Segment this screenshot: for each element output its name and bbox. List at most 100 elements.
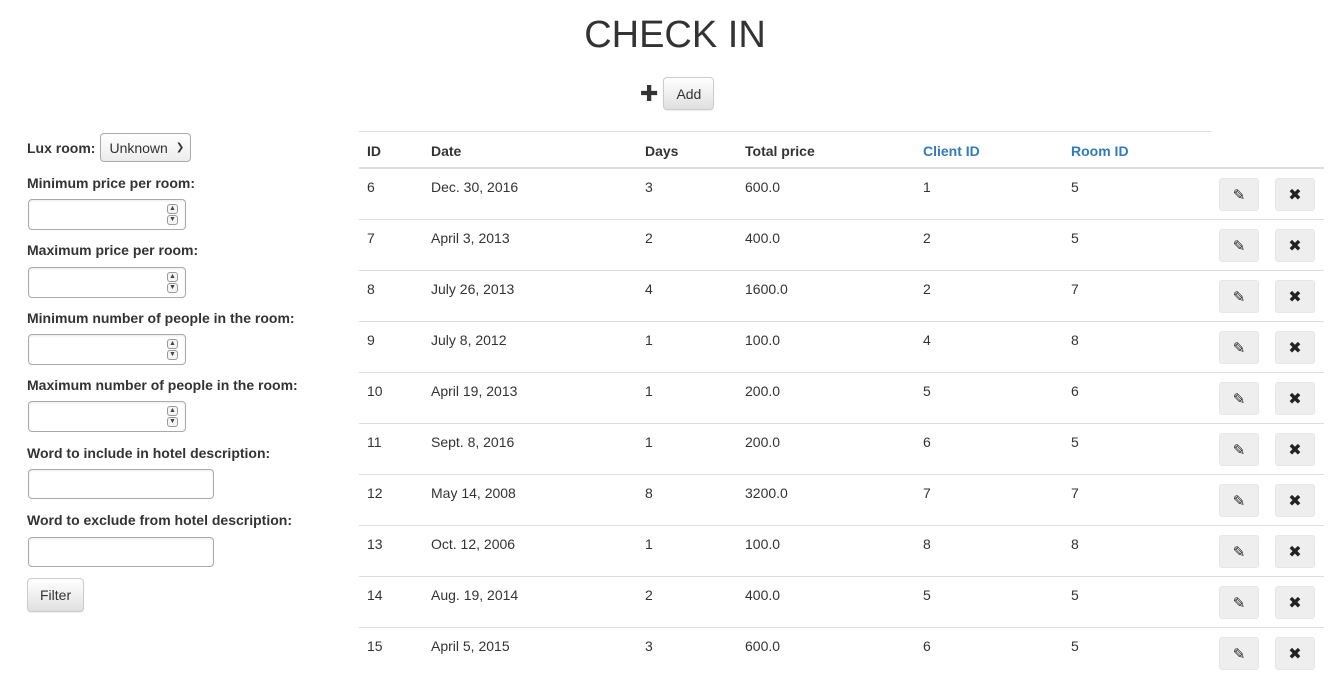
add-area: ✚ Add [640, 77, 715, 110]
checkin-table-wrap: ID Date Days Total price Client ID Room … [359, 131, 1324, 679]
cell-days: 1 [637, 372, 737, 424]
pencil-icon: ✎ [1232, 237, 1246, 255]
chevron-down-icon[interactable]: ▼ [167, 283, 178, 293]
cell-room-id: 5 [1063, 219, 1211, 271]
delete-button[interactable]: ✖ [1275, 178, 1315, 211]
cell-total-price: 400.0 [737, 219, 915, 271]
edit-button[interactable]: ✎ [1219, 229, 1259, 262]
pencil-icon: ✎ [1232, 390, 1246, 408]
table-row: 10 April 19, 2013 1 200.0 5 6 ✎ ✖ [359, 372, 1324, 424]
min-price-input[interactable]: ▲ ▼ [28, 199, 186, 230]
max-price-spinner[interactable]: ▲ ▼ [167, 272, 178, 293]
column-header-actions [1211, 131, 1324, 169]
include-word-group: Word to include in hotel description: [27, 445, 270, 461]
edit-button[interactable]: ✎ [1219, 484, 1259, 517]
cell-total-price: 200.0 [737, 372, 915, 424]
chevron-down-icon: ❯ [175, 142, 185, 153]
cell-days: 1 [637, 525, 737, 577]
delete-button[interactable]: ✖ [1275, 484, 1315, 517]
delete-button[interactable]: ✖ [1275, 382, 1315, 415]
edit-button[interactable]: ✎ [1219, 331, 1259, 364]
lux-room-select[interactable]: Unknown ❯ [100, 133, 192, 162]
cell-actions: ✎ ✖ [1211, 270, 1324, 322]
cell-id: 6 [359, 167, 423, 220]
cell-actions: ✎ ✖ [1211, 167, 1324, 220]
cell-actions: ✎ ✖ [1211, 423, 1324, 475]
edit-button[interactable]: ✎ [1219, 535, 1259, 568]
cell-total-price: 3200.0 [737, 474, 915, 526]
cell-room-id: 5 [1063, 167, 1211, 220]
chevron-up-icon[interactable]: ▲ [167, 204, 178, 214]
remove-icon: ✖ [1288, 645, 1302, 663]
remove-icon: ✖ [1288, 186, 1302, 204]
table-row: 14 Aug. 19, 2014 2 400.0 5 5 ✎ ✖ [359, 576, 1324, 628]
edit-button[interactable]: ✎ [1219, 433, 1259, 466]
pencil-icon: ✎ [1232, 492, 1246, 510]
cell-total-price: 600.0 [737, 167, 915, 220]
cell-date: July 26, 2013 [423, 270, 637, 322]
cell-client-id: 5 [915, 372, 1063, 424]
remove-icon: ✖ [1288, 543, 1302, 561]
min-price-spinner[interactable]: ▲ ▼ [167, 204, 178, 225]
max-price-input[interactable]: ▲ ▼ [28, 267, 186, 298]
cell-days: 2 [637, 219, 737, 271]
chevron-down-icon[interactable]: ▼ [167, 215, 178, 225]
chevron-up-icon[interactable]: ▲ [167, 339, 178, 349]
column-header-room-id[interactable]: Room ID [1063, 131, 1211, 169]
edit-button[interactable]: ✎ [1219, 178, 1259, 211]
table-body: 6 Dec. 30, 2016 3 600.0 1 5 ✎ ✖ 7 April 3, 2013 2 4… [359, 167, 1324, 679]
table-row: 11 Sept. 8, 2016 1 200.0 6 5 ✎ ✖ [359, 423, 1324, 475]
max-people-input[interactable]: ▲ ▼ [28, 401, 186, 432]
cell-id: 12 [359, 474, 423, 526]
table-top-rule [359, 131, 1211, 132]
cell-actions: ✎ ✖ [1211, 219, 1324, 271]
min-people-label: Minimum number of people in the room: [27, 310, 295, 326]
table-row: 7 April 3, 2013 2 400.0 2 5 ✎ ✖ [359, 219, 1324, 271]
table-row: 12 May 14, 2008 8 3200.0 7 7 ✎ ✖ [359, 474, 1324, 526]
edit-button[interactable]: ✎ [1219, 586, 1259, 619]
cell-actions: ✎ ✖ [1211, 576, 1324, 628]
cell-total-price: 100.0 [737, 525, 915, 577]
table-row: 6 Dec. 30, 2016 3 600.0 1 5 ✎ ✖ [359, 167, 1324, 220]
cell-client-id: 8 [915, 525, 1063, 577]
min-people-spinner[interactable]: ▲ ▼ [167, 339, 178, 360]
table-row: 13 Oct. 12, 2006 1 100.0 8 8 ✎ ✖ [359, 525, 1324, 577]
delete-button[interactable]: ✖ [1275, 535, 1315, 568]
cell-date: July 8, 2012 [423, 321, 637, 373]
delete-button[interactable]: ✖ [1275, 280, 1315, 313]
edit-button[interactable]: ✎ [1219, 637, 1259, 670]
delete-button[interactable]: ✖ [1275, 433, 1315, 466]
delete-button[interactable]: ✖ [1275, 586, 1315, 619]
cell-client-id: 6 [915, 627, 1063, 679]
pencil-icon: ✎ [1232, 594, 1246, 612]
exclude-word-input[interactable] [28, 537, 214, 567]
cell-actions: ✎ ✖ [1211, 627, 1324, 679]
cell-total-price: 1600.0 [737, 270, 915, 322]
cell-room-id: 5 [1063, 423, 1211, 475]
filter-button[interactable]: Filter [27, 578, 85, 612]
add-button[interactable]: Add [663, 77, 715, 110]
chevron-up-icon[interactable]: ▲ [167, 272, 178, 282]
cell-actions: ✎ ✖ [1211, 321, 1324, 373]
cell-actions: ✎ ✖ [1211, 372, 1324, 424]
table-row: 8 July 26, 2013 4 1600.0 2 7 ✎ ✖ [359, 270, 1324, 322]
edit-button[interactable]: ✎ [1219, 382, 1259, 415]
max-people-spinner[interactable]: ▲ ▼ [167, 406, 178, 427]
max-price-group: Maximum price per room: [27, 242, 198, 258]
delete-button[interactable]: ✖ [1275, 331, 1315, 364]
chevron-down-icon[interactable]: ▼ [167, 350, 178, 360]
cell-room-id: 8 [1063, 525, 1211, 577]
include-word-label: Word to include in hotel description: [27, 445, 271, 461]
delete-button[interactable]: ✖ [1275, 229, 1315, 262]
cell-client-id: 4 [915, 321, 1063, 373]
cell-date: April 19, 2013 [423, 372, 637, 424]
delete-button[interactable]: ✖ [1275, 637, 1315, 670]
min-price-label: Minimum price per room: [27, 175, 196, 191]
column-header-client-id[interactable]: Client ID [915, 131, 1063, 169]
edit-button[interactable]: ✎ [1219, 280, 1259, 313]
include-word-input[interactable] [28, 469, 214, 499]
chevron-down-icon[interactable]: ▼ [167, 417, 178, 427]
min-people-input[interactable]: ▲ ▼ [28, 334, 186, 365]
cell-id: 10 [359, 372, 423, 424]
chevron-up-icon[interactable]: ▲ [167, 406, 178, 416]
